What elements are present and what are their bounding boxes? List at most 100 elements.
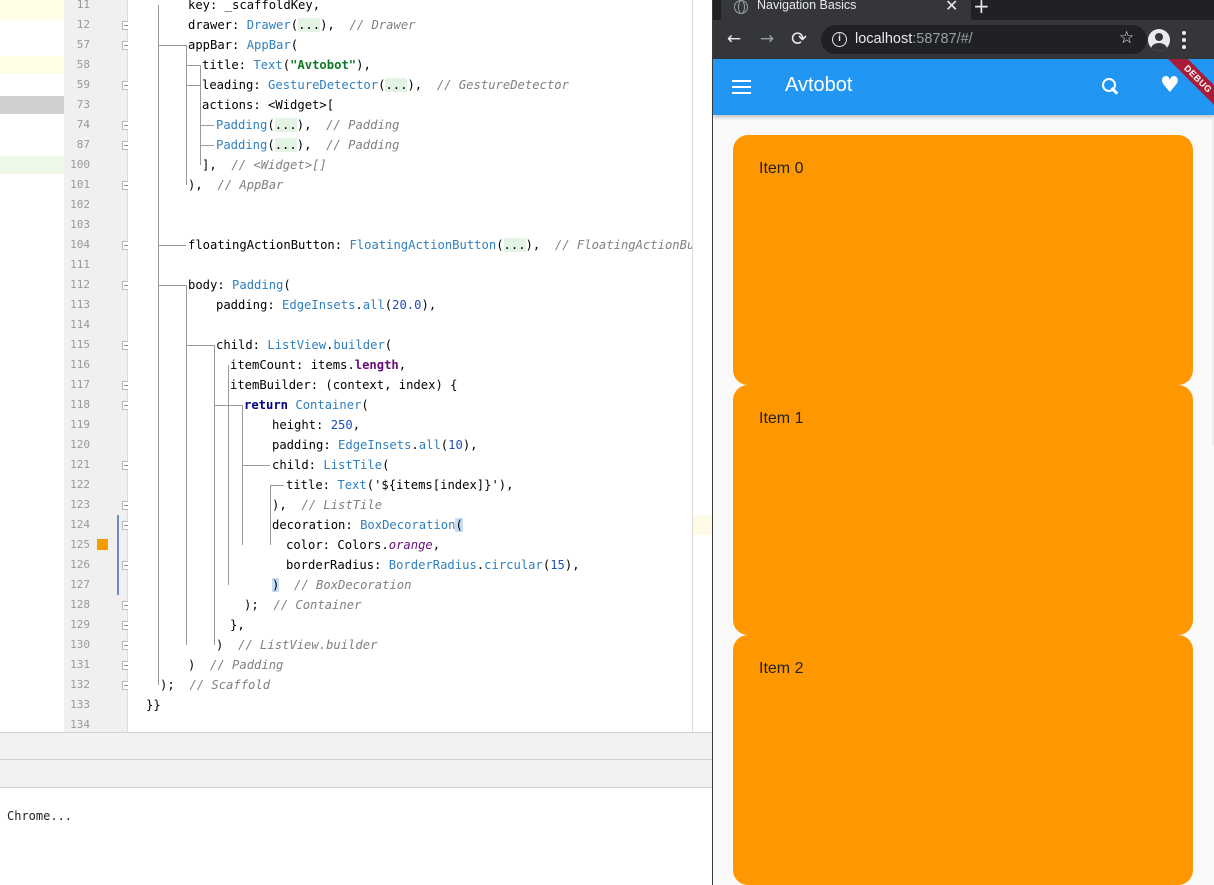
- code-token: all: [418, 438, 441, 452]
- line-number: 111: [70, 258, 90, 271]
- kebab-menu-icon[interactable]: [1182, 31, 1186, 49]
- list-item-title: Item 0: [759, 160, 804, 177]
- list-item-card[interactable]: Item 0: [733, 135, 1193, 385]
- indent-guide: [186, 45, 187, 185]
- code-token: title:: [202, 58, 254, 72]
- profile-icon[interactable]: [1148, 29, 1170, 51]
- code-token: key: _scaffoldKey,: [188, 0, 321, 12]
- back-icon[interactable]: ←: [723, 28, 745, 50]
- code-line: return Container(: [244, 395, 369, 415]
- code-line: padding: EdgeInsets.all(10),: [272, 435, 478, 455]
- code-token: ),: [188, 178, 218, 192]
- forward-icon[interactable]: →: [756, 28, 778, 50]
- code-line: ); // Scaffold: [160, 675, 270, 695]
- line-number: 57: [76, 38, 90, 51]
- tab-strip: Navigation Basics ✕ +: [713, 0, 1214, 20]
- code-line: floatingActionButton: FloatingActionButt…: [188, 235, 693, 255]
- code-token: ,: [398, 358, 407, 372]
- code-token: // GestureDetector: [436, 78, 569, 92]
- close-icon[interactable]: ✕: [945, 0, 958, 15]
- tab-navigation-basics[interactable]: Navigation Basics ✕: [721, 0, 971, 20]
- reload-icon[interactable]: ⟳: [788, 28, 810, 50]
- code-token: length: [354, 358, 399, 372]
- code-token: ListView: [267, 338, 327, 352]
- code-line: body: Padding(: [188, 275, 291, 295]
- page-viewport: Avtobot ♥ DEBUG Item 0 Item 1 Item 2: [713, 59, 1214, 885]
- code-line: ], // <Widget>[]: [202, 155, 327, 175]
- list-item-card[interactable]: Item 2: [733, 635, 1193, 885]
- list-item-title: Item 2: [759, 660, 804, 677]
- run-console[interactable]: Chrome...: [0, 788, 712, 885]
- line-number: 11: [76, 0, 90, 11]
- code-token: );: [160, 678, 190, 692]
- menu-icon[interactable]: [732, 80, 751, 95]
- code-token: itemBuilder: (context, index) {: [230, 378, 458, 392]
- code-token: // Scaffold: [189, 678, 271, 692]
- change-marker: [117, 515, 119, 595]
- code-line: color: Colors.orange,: [286, 535, 440, 555]
- code-token: itemCount: items.: [230, 358, 355, 372]
- indent-guide: [242, 405, 243, 545]
- code-token: ListTile: [323, 458, 383, 472]
- line-number: 102: [70, 198, 90, 211]
- code-token: builder: [333, 338, 385, 352]
- code-line: title: Text('${items[index]}'),: [286, 475, 513, 495]
- color-swatch-orange[interactable]: [97, 539, 108, 550]
- indent-guide: [270, 485, 271, 545]
- indent-guide: [186, 345, 214, 346]
- code-line: title: Text("Avtobot"),: [202, 55, 371, 75]
- code-line: Padding(...), // Padding: [216, 115, 399, 135]
- code-line: appBar: AppBar(: [188, 35, 298, 55]
- app-bar: Avtobot ♥ DEBUG: [713, 59, 1214, 123]
- list-item-card[interactable]: Item 1: [733, 385, 1193, 635]
- line-number: 114: [70, 318, 90, 331]
- indent-guide: [186, 285, 187, 645]
- code-token: ),: [356, 58, 371, 72]
- indent-guide: [158, 245, 186, 246]
- url-host: localhost: [855, 31, 913, 47]
- code-line: borderRadius: BorderRadius.circular(15),: [286, 555, 580, 575]
- code-token: // FloatingActionButton: [554, 238, 693, 252]
- code-token: ...: [298, 18, 321, 32]
- address-bar[interactable]: i localhost:58787/#/ ☆: [821, 25, 1147, 54]
- code-line: ); // Container: [244, 595, 361, 615]
- list-item-title: Item 1: [759, 410, 804, 427]
- line-number: 101: [70, 178, 90, 191]
- line-number: 73: [76, 98, 90, 111]
- right-margin-line: [692, 0, 693, 732]
- line-number: 117: [70, 378, 90, 391]
- code-line: Padding(...), // Padding: [216, 135, 399, 155]
- code-token: Text: [253, 58, 283, 72]
- info-icon[interactable]: i: [832, 32, 847, 47]
- line-number: 115: [70, 338, 90, 351]
- line-number: 133: [70, 698, 90, 711]
- code-token: ): [188, 658, 211, 672]
- new-tab-button[interactable]: +: [973, 0, 990, 18]
- code-token: // AppBar: [217, 178, 284, 192]
- code-line: itemCount: items.length,: [230, 355, 406, 375]
- code-token: color: Colors.: [286, 538, 389, 552]
- heart-icon[interactable]: ♥: [1160, 73, 1180, 99]
- code-line: ), // AppBar: [188, 175, 283, 195]
- indent-guide: [242, 465, 270, 466]
- code-line: key: _scaffoldKey,: [188, 0, 320, 15]
- tab-title: Navigation Basics: [757, 0, 857, 12]
- code-token: (: [382, 458, 390, 472]
- code-token: (: [267, 138, 275, 152]
- line-number: 58: [76, 58, 90, 71]
- star-icon[interactable]: ☆: [1119, 28, 1134, 48]
- search-icon[interactable]: [1102, 78, 1119, 95]
- code-area[interactable]: key: _scaffoldKey, drawer: Drawer(...), /…: [128, 0, 693, 732]
- code-token: Text: [337, 478, 367, 492]
- globe-icon: [734, 0, 748, 14]
- code-line: ) // Padding: [188, 655, 283, 675]
- code-token: decoration:: [272, 518, 361, 532]
- code-token: "Avtobot": [290, 58, 357, 72]
- code-token: ),: [296, 118, 327, 132]
- indent-guide: [158, 285, 186, 286]
- line-number: 104: [70, 238, 90, 251]
- indent-guide: [186, 65, 200, 66]
- code-token: },: [230, 618, 245, 632]
- code-token: ...: [274, 118, 297, 132]
